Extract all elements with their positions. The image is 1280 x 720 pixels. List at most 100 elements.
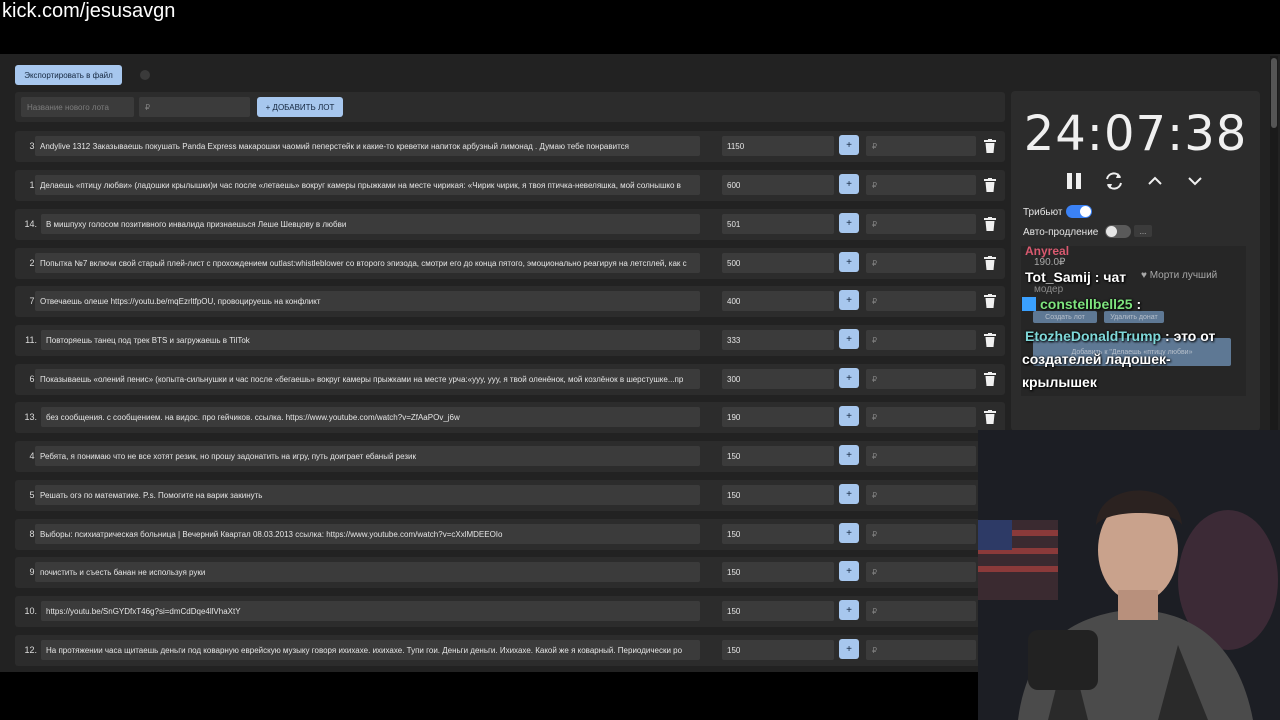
lot-amount-input[interactable]: 150 [722, 485, 834, 505]
add-amount-button[interactable]: + [839, 290, 859, 310]
add-amount-button[interactable]: + [839, 561, 859, 581]
lot-rank: 1. [29, 180, 37, 190]
trash-icon[interactable] [984, 178, 996, 192]
lot-add-amount-input[interactable]: ₽ [866, 291, 976, 311]
lot-name-input[interactable]: почистить и съесть банан не используя ру… [35, 562, 700, 582]
lot-add-amount-input[interactable]: ₽ [866, 175, 976, 195]
lot-name-input[interactable]: без сообщения. с сообщением. на видос. п… [41, 407, 700, 427]
lot-add-amount-input[interactable]: ₽ [866, 446, 976, 466]
stream-url: kick.com/jesusavgn [2, 0, 176, 22]
add-amount-button[interactable]: + [839, 406, 859, 426]
lot-name-input[interactable]: Решать огэ по математике. P.s. Помогите … [35, 485, 700, 505]
add-amount-button[interactable]: + [839, 523, 859, 543]
webcam-image [978, 430, 1280, 720]
reset-icon[interactable] [1103, 170, 1125, 192]
lot-amount-input[interactable]: 190 [722, 407, 834, 427]
trash-icon[interactable] [984, 294, 996, 308]
trash-icon[interactable] [984, 333, 996, 347]
donation-message: ♥ Морти лучший [1141, 270, 1218, 281]
lot-add-amount-input[interactable]: ₽ [866, 330, 976, 350]
lot-add-amount-input[interactable]: ₽ [866, 524, 976, 544]
add-amount-button[interactable]: + [839, 484, 859, 504]
lot-row: 4. Ребята, я понимаю что не все хотят рез… [15, 441, 1005, 472]
pause-icon[interactable] [1063, 170, 1085, 192]
lot-add-amount-input[interactable]: ₽ [866, 369, 976, 389]
lot-amount-input[interactable]: 400 [722, 291, 834, 311]
auto-extend-settings-button[interactable]: ... [1134, 225, 1152, 237]
lot-amount-input[interactable]: 300 [722, 369, 834, 389]
lot-name-input[interactable]: Выборы: психиатрическая больница | Вечер… [35, 524, 700, 544]
add-lot-button[interactable]: + ДОБАВИТЬ ЛОТ [257, 97, 343, 117]
lot-rank: 7. [29, 296, 37, 306]
auto-extend-toggle[interactable] [1105, 225, 1131, 238]
lot-add-amount-input[interactable]: ₽ [866, 253, 976, 273]
chevron-down-icon[interactable] [1184, 170, 1206, 192]
trash-icon[interactable] [984, 217, 996, 231]
lot-name-input[interactable]: https://youtu.be/SnGYDfxT46g?si=dmCdDqe4… [41, 601, 700, 621]
trash-icon[interactable] [984, 410, 996, 424]
lot-add-amount-input[interactable]: ₽ [866, 136, 976, 156]
lot-rank: 5. [29, 490, 37, 500]
kick-badge-icon [1022, 297, 1036, 311]
lot-name-input[interactable]: Попытка №7 включи свой старый плей-лист … [35, 253, 700, 273]
lot-name-input[interactable]: Показываешь «олений пенис» (копыта-сильн… [35, 369, 700, 389]
lot-amount-input[interactable]: 500 [722, 253, 834, 273]
create-lot-from-donation-button[interactable]: Создать лот [1033, 311, 1097, 323]
lot-add-amount-input[interactable]: ₽ [866, 214, 976, 234]
lot-amount-input[interactable]: 333 [722, 330, 834, 350]
lot-row: 1. Делаешь «птицу любви» (ладошки крылышк… [15, 170, 1005, 201]
lot-amount-input[interactable]: 501 [722, 214, 834, 234]
export-to-file-button[interactable]: Экспортировать в файл [15, 65, 122, 85]
auto-extend-label: Авто-продление [1023, 227, 1099, 238]
lot-add-amount-input[interactable]: ₽ [866, 601, 976, 621]
lot-row: 3. Andylive 1312 Заказываешь покушать Pan… [15, 131, 1005, 162]
trash-icon[interactable] [984, 139, 996, 153]
add-amount-button[interactable]: + [839, 445, 859, 465]
lot-add-amount-input[interactable]: ₽ [866, 407, 976, 427]
tribute-toggle[interactable] [1066, 205, 1092, 218]
lot-amount-input[interactable]: 150 [722, 640, 834, 660]
lot-rank: 13. [24, 412, 37, 422]
lot-amount-input[interactable]: 150 [722, 601, 834, 621]
chat-message: Tot_Samij : чат [1025, 269, 1127, 285]
lot-name-input[interactable]: Ребята, я понимаю что не все хотят резик… [35, 446, 700, 466]
lot-amount-input[interactable]: 600 [722, 175, 834, 195]
chevron-up-icon[interactable] [1144, 170, 1166, 192]
add-amount-button[interactable]: + [839, 639, 859, 659]
chat-username: Tot_Samij [1025, 269, 1091, 285]
delete-donation-button[interactable]: Удалить донат [1104, 311, 1164, 323]
lot-name-input[interactable]: В мишпуху голосом позитивного инвалида п… [41, 214, 700, 234]
scrollbar-thumb[interactable] [1271, 58, 1277, 128]
lot-rank: 2. [29, 258, 37, 268]
lot-rank: 14. [24, 219, 37, 229]
lot-name-input[interactable]: Повторяешь танец под трек BTS и загружае… [41, 330, 700, 350]
lot-amount-input[interactable]: 1150 [722, 136, 834, 156]
new-lot-name-input[interactable]: Название нового лота [21, 97, 134, 117]
add-amount-button[interactable]: + [839, 135, 859, 155]
lot-add-amount-input[interactable]: ₽ [866, 562, 976, 582]
add-amount-button[interactable]: + [839, 600, 859, 620]
timer-display: 24:07:38 [1023, 106, 1248, 162]
lot-add-amount-input[interactable]: ₽ [866, 640, 976, 660]
lot-amount-input[interactable]: 150 [722, 446, 834, 466]
donation-amount: 190.0₽ [1034, 257, 1066, 268]
lot-name-input[interactable]: Andylive 1312 Заказываешь покушать Panda… [35, 136, 700, 156]
new-lot-amount-input[interactable]: ₽ [139, 97, 250, 117]
lot-add-amount-input[interactable]: ₽ [866, 485, 976, 505]
lot-name-input[interactable]: На протяжении часа щитаешь деньги под ко… [41, 640, 700, 660]
trash-icon[interactable] [984, 256, 996, 270]
lot-name-input[interactable]: Делаешь «птицу любви» (ладошки крылышки)… [35, 175, 700, 195]
add-amount-button[interactable]: + [839, 329, 859, 349]
lot-name-input[interactable]: Отвечаешь олеше https://youtu.be/mqEzrlt… [35, 291, 700, 311]
lot-amount-input[interactable]: 150 [722, 562, 834, 582]
chat-message: EtozheDonaldTrump : это от создателей ла… [1022, 328, 1216, 390]
add-amount-button[interactable]: + [839, 252, 859, 272]
add-amount-button[interactable]: + [839, 213, 859, 233]
theme-toggle-dot[interactable] [140, 70, 150, 80]
lot-amount-input[interactable]: 150 [722, 524, 834, 544]
add-amount-button[interactable]: + [839, 174, 859, 194]
trash-icon[interactable] [984, 372, 996, 386]
add-amount-button[interactable]: + [839, 368, 859, 388]
lot-rank: 6. [29, 374, 37, 384]
lot-row: 7. Отвечаешь олеше https://youtu.be/mqEzr… [15, 286, 1005, 317]
